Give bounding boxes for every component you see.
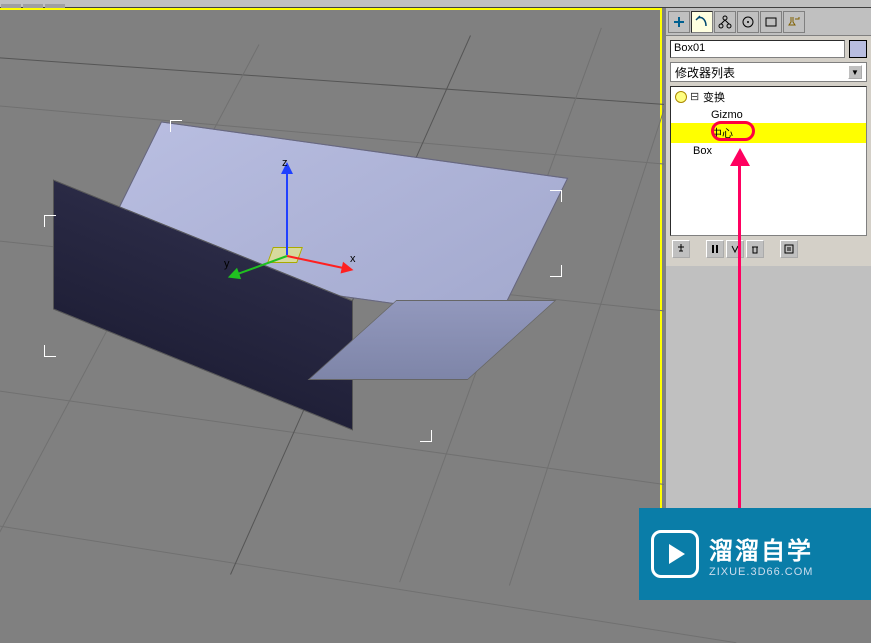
- axis-label-x: x: [350, 253, 356, 265]
- watermark-url: ZIXUE.3D66.COM: [709, 566, 813, 578]
- dropdown-arrow-icon: ▼: [848, 65, 862, 79]
- pin-stack-button[interactable]: [672, 240, 690, 258]
- watermark-title: 溜溜自学: [709, 531, 813, 566]
- play-icon: [651, 530, 699, 578]
- display-tab[interactable]: [760, 11, 782, 33]
- stack-label: 变换: [703, 89, 725, 105]
- create-tab[interactable]: [668, 11, 690, 33]
- top-toolbar: [0, 0, 871, 8]
- visibility-bulb-icon[interactable]: [675, 91, 687, 103]
- modifier-list-dropdown[interactable]: 修改器列表 ▼: [670, 62, 867, 82]
- modifier-stack[interactable]: ⊟ 变换 Gizmo 中心 Box: [670, 86, 867, 236]
- watermark: 溜溜自学 ZIXUE.3D66.COM: [639, 508, 871, 600]
- stack-label: 中心: [711, 125, 733, 141]
- stack-item-box[interactable]: Box: [671, 143, 866, 159]
- stack-label: Gizmo: [711, 109, 743, 121]
- axis-label-y: y: [224, 258, 230, 270]
- transform-gizmo[interactable]: z x y: [270, 185, 370, 285]
- modifier-dropdown-label: 修改器列表: [675, 64, 735, 81]
- modify-tab[interactable]: [691, 11, 713, 33]
- stack-item-gizmo[interactable]: Gizmo: [671, 107, 866, 123]
- command-panel-tabs: [666, 8, 871, 36]
- stack-item-transform[interactable]: ⊟ 变换: [671, 87, 866, 107]
- perspective-viewport[interactable]: z x y: [0, 8, 662, 600]
- axis-label-z: z: [282, 157, 288, 169]
- stack-label: Box: [693, 145, 712, 157]
- box-side-face: [308, 300, 557, 380]
- gizmo-z-axis[interactable]: [286, 170, 288, 255]
- show-end-result-button[interactable]: [706, 240, 724, 258]
- object-color-swatch[interactable]: [849, 40, 867, 58]
- configure-sets-button[interactable]: [780, 240, 798, 258]
- utilities-tab[interactable]: [783, 11, 805, 33]
- stack-item-center[interactable]: 中心: [671, 123, 866, 143]
- collapse-icon[interactable]: ⊟: [690, 90, 700, 104]
- make-unique-button[interactable]: [726, 240, 744, 258]
- stack-toolbar: [670, 236, 867, 262]
- motion-tab[interactable]: [737, 11, 759, 33]
- object-name-input[interactable]: Box01: [670, 40, 845, 58]
- remove-modifier-button[interactable]: [746, 240, 764, 258]
- hierarchy-tab[interactable]: [714, 11, 736, 33]
